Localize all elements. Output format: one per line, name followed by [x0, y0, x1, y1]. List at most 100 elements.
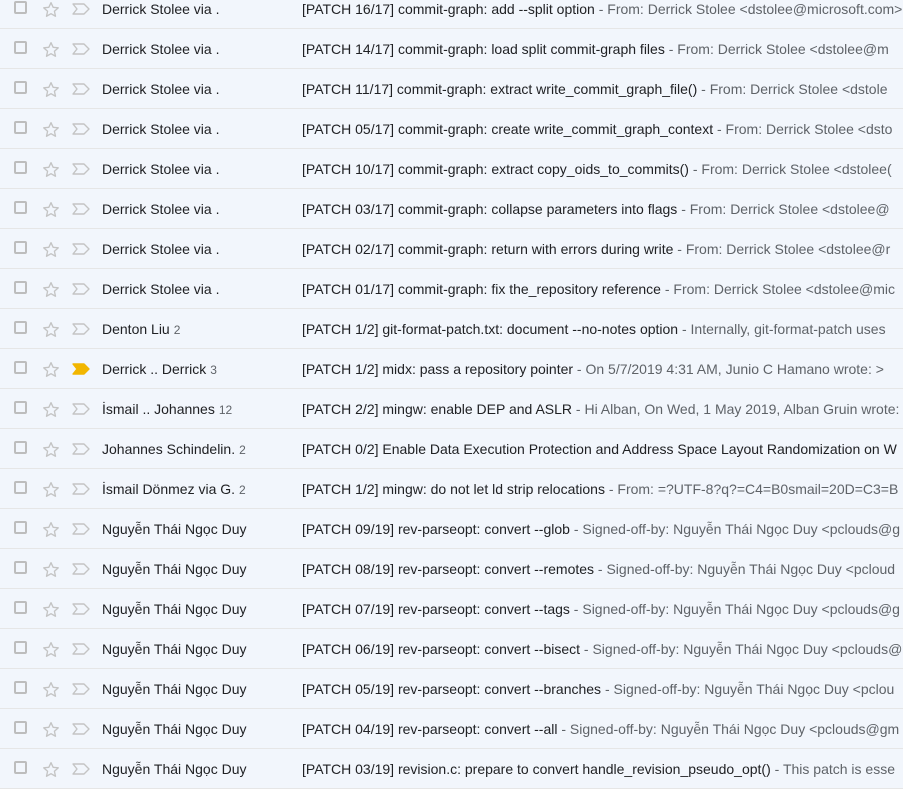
email-row[interactable]: Derrick Stolee via . [PATCH 11/17] commi…	[0, 69, 903, 109]
email-row[interactable]: Derrick Stolee via . [PATCH 10/17] commi…	[0, 149, 903, 189]
importance-marker-icon[interactable]	[72, 163, 90, 175]
importance-marker-icon[interactable]	[72, 3, 90, 15]
checkbox-icon[interactable]	[14, 481, 27, 494]
message-line: [PATCH 07/19] rev-parseopt: convert --ta…	[302, 589, 903, 628]
star-icon[interactable]	[41, 120, 61, 140]
importance-marker-icon[interactable]	[72, 483, 90, 495]
snippet: - From: =?UTF-8?q?=C4=B0smail=20D=C3=B	[604, 481, 899, 497]
checkbox-icon[interactable]	[14, 81, 27, 94]
star-icon[interactable]	[41, 680, 61, 700]
message-line: [PATCH 01/17] commit-graph: fix the_repo…	[302, 269, 903, 308]
subject: [PATCH 2/2] mingw: enable DEP and ASLR	[302, 401, 573, 417]
star-icon[interactable]	[41, 640, 61, 660]
email-row[interactable]: Derrick Stolee via . [PATCH 14/17] commi…	[0, 29, 903, 69]
star-icon[interactable]	[41, 520, 61, 540]
star-icon[interactable]	[41, 720, 61, 740]
email-row[interactable]: Johannes Schindelin. 2 [PATCH 0/2] Enable…	[0, 429, 903, 469]
star-icon[interactable]	[41, 360, 61, 380]
star-icon[interactable]	[41, 480, 61, 500]
importance-marker-icon[interactable]	[72, 363, 90, 375]
checkbox-icon[interactable]	[14, 281, 27, 294]
importance-marker-icon[interactable]	[72, 443, 90, 455]
star-icon[interactable]	[41, 320, 61, 340]
checkbox-icon[interactable]	[14, 561, 27, 574]
email-row[interactable]: Denton Liu 2 [PATCH 1/2] git-format-patch…	[0, 309, 903, 349]
checkbox-icon[interactable]	[14, 721, 27, 734]
message-line: [PATCH 04/19] rev-parseopt: convert --al…	[302, 709, 903, 748]
email-row[interactable]: Nguyễn Thái Ngọc Duy [PATCH 05/19] rev-p…	[0, 669, 903, 709]
subject: [PATCH 1/2] midx: pass a repository poin…	[302, 361, 574, 377]
checkbox-icon[interactable]	[14, 601, 27, 614]
thread-count: 3	[210, 363, 217, 377]
star-icon[interactable]	[41, 440, 61, 460]
message-line: [PATCH 06/19] rev-parseopt: convert --bi…	[302, 629, 903, 668]
subject: [PATCH 10/17] commit-graph: extract copy…	[302, 161, 689, 177]
email-row[interactable]: Nguyễn Thái Ngọc Duy [PATCH 03/19] revis…	[0, 749, 903, 789]
importance-marker-icon[interactable]	[72, 603, 90, 615]
star-icon[interactable]	[41, 560, 61, 580]
email-row[interactable]: Derrick Stolee via . [PATCH 05/17] commi…	[0, 109, 903, 149]
email-row[interactable]: Nguyễn Thái Ngọc Duy [PATCH 08/19] rev-p…	[0, 549, 903, 589]
importance-marker-icon[interactable]	[72, 523, 90, 535]
star-icon[interactable]	[41, 80, 61, 100]
message-line: [PATCH 2/2] mingw: enable DEP and ASLR -…	[302, 389, 903, 428]
importance-marker-icon[interactable]	[72, 43, 90, 55]
star-icon[interactable]	[41, 40, 61, 60]
star-icon[interactable]	[41, 600, 61, 620]
importance-marker-icon[interactable]	[72, 643, 90, 655]
email-row[interactable]: İsmail Dönmez via G. 2 [PATCH 1/2] mingw:…	[0, 469, 903, 509]
snippet: - Signed-off-by: Nguyễn Thái Ngọc Duy <p…	[569, 601, 900, 617]
star-icon[interactable]	[41, 760, 61, 780]
email-row[interactable]: Derrick Stolee via . [PATCH 01/17] commi…	[0, 269, 903, 309]
importance-marker-icon[interactable]	[72, 723, 90, 735]
checkbox-icon[interactable]	[14, 521, 27, 534]
star-icon[interactable]	[41, 200, 61, 220]
importance-marker-icon[interactable]	[72, 683, 90, 695]
checkbox-icon[interactable]	[14, 1, 27, 14]
checkbox-icon[interactable]	[14, 241, 27, 254]
importance-marker-icon[interactable]	[72, 283, 90, 295]
message-line: [PATCH 05/17] commit-graph: create write…	[302, 109, 903, 148]
checkbox-icon[interactable]	[14, 121, 27, 134]
checkbox-icon[interactable]	[14, 761, 27, 774]
importance-marker-icon[interactable]	[72, 203, 90, 215]
importance-marker-icon[interactable]	[72, 243, 90, 255]
importance-marker-icon[interactable]	[72, 563, 90, 575]
email-row[interactable]: İsmail .. Johannes 12 [PATCH 2/2] mingw: …	[0, 389, 903, 429]
email-row[interactable]: Nguyễn Thái Ngọc Duy [PATCH 06/19] rev-p…	[0, 629, 903, 669]
importance-marker-icon[interactable]	[72, 83, 90, 95]
importance-marker-icon[interactable]	[72, 403, 90, 415]
checkbox-icon[interactable]	[14, 361, 27, 374]
star-icon[interactable]	[41, 280, 61, 300]
email-row[interactable]: Derrick Stolee via . [PATCH 16/17] commi…	[0, 0, 903, 29]
sender-name: Derrick Stolee via .	[102, 281, 220, 297]
subject: [PATCH 1/2] mingw: do not let ld strip r…	[302, 481, 605, 497]
checkbox-icon[interactable]	[14, 401, 27, 414]
importance-marker-icon[interactable]	[72, 123, 90, 135]
email-row[interactable]: Nguyễn Thái Ngọc Duy [PATCH 09/19] rev-p…	[0, 509, 903, 549]
email-row[interactable]: Nguyễn Thái Ngọc Duy [PATCH 07/19] rev-p…	[0, 589, 903, 629]
checkbox-icon[interactable]	[14, 161, 27, 174]
message-line: [PATCH 1/2] git-format-patch.txt: docume…	[302, 309, 903, 348]
sender-name: Derrick Stolee via .	[102, 201, 220, 217]
star-icon[interactable]	[41, 400, 61, 420]
thread-count: 2	[173, 323, 181, 337]
email-row[interactable]: Derrick Stolee via . [PATCH 03/17] commi…	[0, 189, 903, 229]
email-row[interactable]: Derrick .. Derrick 3 [PATCH 1/2] midx: pa…	[0, 349, 903, 389]
star-icon[interactable]	[41, 0, 61, 20]
snippet: - From: Derrick Stolee <dstolee@mic	[660, 281, 895, 297]
checkbox-icon[interactable]	[14, 681, 27, 694]
star-icon[interactable]	[41, 240, 61, 260]
checkbox-icon[interactable]	[14, 441, 27, 454]
importance-marker-icon[interactable]	[72, 323, 90, 335]
checkbox-icon[interactable]	[14, 321, 27, 334]
snippet: - Hi Alban, On Wed, 1 May 2019, Alban Gr…	[572, 401, 900, 417]
email-row[interactable]: Derrick Stolee via . [PATCH 02/17] commi…	[0, 229, 903, 269]
sender-name: Nguyễn Thái Ngọc Duy	[102, 521, 247, 537]
checkbox-icon[interactable]	[14, 41, 27, 54]
email-row[interactable]: Nguyễn Thái Ngọc Duy [PATCH 04/19] rev-p…	[0, 709, 903, 749]
checkbox-icon[interactable]	[14, 201, 27, 214]
star-icon[interactable]	[41, 160, 61, 180]
checkbox-icon[interactable]	[14, 641, 27, 654]
importance-marker-icon[interactable]	[72, 763, 90, 775]
